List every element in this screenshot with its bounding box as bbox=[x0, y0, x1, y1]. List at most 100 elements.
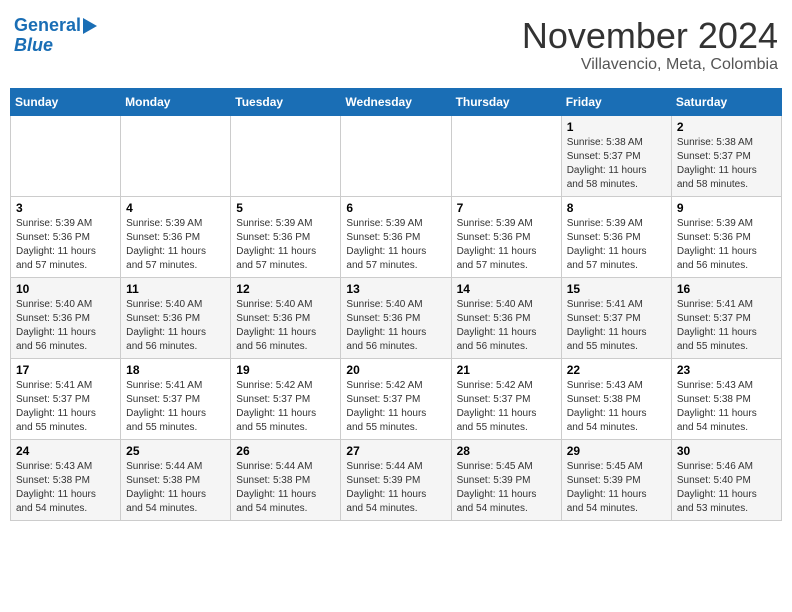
table-row: 7 Sunrise: 5:39 AM Sunset: 5:36 PM Daylig… bbox=[451, 196, 561, 277]
col-friday: Friday bbox=[561, 88, 671, 115]
day-info: Sunrise: 5:39 AM Sunset: 5:36 PM Dayligh… bbox=[236, 217, 335, 273]
day-number: 23 bbox=[677, 363, 776, 377]
day-number: 22 bbox=[567, 363, 666, 377]
calendar-week-row: 17 Sunrise: 5:41 AM Sunset: 5:37 PM Dayli… bbox=[11, 358, 782, 439]
day-info: Sunrise: 5:39 AM Sunset: 5:36 PM Dayligh… bbox=[126, 217, 225, 273]
table-row: 13 Sunrise: 5:40 AM Sunset: 5:36 PM Dayli… bbox=[341, 277, 451, 358]
table-row: 18 Sunrise: 5:41 AM Sunset: 5:37 PM Dayli… bbox=[121, 358, 231, 439]
day-number: 28 bbox=[457, 444, 556, 458]
table-row: 24 Sunrise: 5:43 AM Sunset: 5:38 PM Dayli… bbox=[11, 439, 121, 520]
table-row: 27 Sunrise: 5:44 AM Sunset: 5:39 PM Dayli… bbox=[341, 439, 451, 520]
day-info: Sunrise: 5:38 AM Sunset: 5:37 PM Dayligh… bbox=[677, 136, 776, 192]
day-number: 7 bbox=[457, 201, 556, 215]
day-number: 11 bbox=[126, 282, 225, 296]
day-number: 6 bbox=[346, 201, 445, 215]
col-thursday: Thursday bbox=[451, 88, 561, 115]
table-row: 22 Sunrise: 5:43 AM Sunset: 5:38 PM Dayli… bbox=[561, 358, 671, 439]
day-info: Sunrise: 5:43 AM Sunset: 5:38 PM Dayligh… bbox=[677, 379, 776, 435]
day-info: Sunrise: 5:41 AM Sunset: 5:37 PM Dayligh… bbox=[677, 298, 776, 354]
day-info: Sunrise: 5:38 AM Sunset: 5:37 PM Dayligh… bbox=[567, 136, 666, 192]
table-row: 3Sunrise: 5:39 AM Sunset: 5:36 PM Daylig… bbox=[11, 196, 121, 277]
day-info: Sunrise: 5:42 AM Sunset: 5:37 PM Dayligh… bbox=[236, 379, 335, 435]
table-row: 14Sunrise: 5:40 AM Sunset: 5:36 PM Dayli… bbox=[451, 277, 561, 358]
day-info: Sunrise: 5:46 AM Sunset: 5:40 PM Dayligh… bbox=[677, 460, 776, 516]
table-row: 12 Sunrise: 5:40 AM Sunset: 5:36 PM Dayli… bbox=[231, 277, 341, 358]
day-info: Sunrise: 5:39 AM Sunset: 5:36 PM Dayligh… bbox=[457, 217, 556, 273]
table-row: 4 Sunrise: 5:39 AM Sunset: 5:36 PM Daylig… bbox=[121, 196, 231, 277]
day-info: Sunrise: 5:40 AM Sunset: 5:36 PM Dayligh… bbox=[236, 298, 335, 354]
title-block: November 2024 Villavencio, Meta, Colombi… bbox=[522, 16, 778, 74]
logo: General Blue bbox=[14, 16, 97, 56]
day-number: 9 bbox=[677, 201, 776, 215]
page-header: General Blue November 2024 Villavencio, … bbox=[10, 10, 782, 80]
calendar-header-row: Sunday Monday Tuesday Wednesday Thursday… bbox=[11, 88, 782, 115]
day-info: Sunrise: 5:43 AM Sunset: 5:38 PM Dayligh… bbox=[16, 460, 115, 516]
day-number: 2 bbox=[677, 120, 776, 134]
day-info: Sunrise: 5:42 AM Sunset: 5:37 PM Dayligh… bbox=[346, 379, 445, 435]
day-info: Sunrise: 5:41 AM Sunset: 5:37 PM Dayligh… bbox=[126, 379, 225, 435]
table-row bbox=[341, 115, 451, 196]
day-info: Sunrise: 5:41 AM Sunset: 5:37 PM Dayligh… bbox=[16, 379, 115, 435]
calendar-week-row: 10 Sunrise: 5:40 AM Sunset: 5:36 PM Dayli… bbox=[11, 277, 782, 358]
day-number: 27 bbox=[346, 444, 445, 458]
table-row: 30 Sunrise: 5:46 AM Sunset: 5:40 PM Dayli… bbox=[671, 439, 781, 520]
table-row: 11Sunrise: 5:40 AM Sunset: 5:36 PM Dayli… bbox=[121, 277, 231, 358]
table-row: 20Sunrise: 5:42 AM Sunset: 5:37 PM Dayli… bbox=[341, 358, 451, 439]
day-number: 13 bbox=[346, 282, 445, 296]
table-row: 5 Sunrise: 5:39 AM Sunset: 5:36 PM Daylig… bbox=[231, 196, 341, 277]
day-number: 12 bbox=[236, 282, 335, 296]
month-title: November 2024 bbox=[522, 16, 778, 56]
day-number: 17 bbox=[16, 363, 115, 377]
day-number: 4 bbox=[126, 201, 225, 215]
day-info: Sunrise: 5:44 AM Sunset: 5:38 PM Dayligh… bbox=[236, 460, 335, 516]
day-number: 21 bbox=[457, 363, 556, 377]
table-row: 6 Sunrise: 5:39 AM Sunset: 5:36 PM Daylig… bbox=[341, 196, 451, 277]
table-row: 17 Sunrise: 5:41 AM Sunset: 5:37 PM Dayli… bbox=[11, 358, 121, 439]
location-text: Villavencio, Meta, Colombia bbox=[522, 56, 778, 74]
day-number: 19 bbox=[236, 363, 335, 377]
day-number: 18 bbox=[126, 363, 225, 377]
calendar-week-row: 24 Sunrise: 5:43 AM Sunset: 5:38 PM Dayli… bbox=[11, 439, 782, 520]
day-number: 5 bbox=[236, 201, 335, 215]
day-info: Sunrise: 5:45 AM Sunset: 5:39 PM Dayligh… bbox=[567, 460, 666, 516]
table-row bbox=[121, 115, 231, 196]
day-number: 16 bbox=[677, 282, 776, 296]
table-row: 9 Sunrise: 5:39 AM Sunset: 5:36 PM Daylig… bbox=[671, 196, 781, 277]
day-number: 26 bbox=[236, 444, 335, 458]
col-monday: Monday bbox=[121, 88, 231, 115]
day-number: 10 bbox=[16, 282, 115, 296]
logo-text-general: General bbox=[14, 16, 81, 36]
col-wednesday: Wednesday bbox=[341, 88, 451, 115]
table-row: 23 Sunrise: 5:43 AM Sunset: 5:38 PM Dayli… bbox=[671, 358, 781, 439]
day-number: 24 bbox=[16, 444, 115, 458]
table-row: 25Sunrise: 5:44 AM Sunset: 5:38 PM Dayli… bbox=[121, 439, 231, 520]
table-row bbox=[451, 115, 561, 196]
table-row: 2 Sunrise: 5:38 AM Sunset: 5:37 PM Daylig… bbox=[671, 115, 781, 196]
table-row: 26 Sunrise: 5:44 AM Sunset: 5:38 PM Dayli… bbox=[231, 439, 341, 520]
table-row: 8Sunrise: 5:39 AM Sunset: 5:36 PM Daylig… bbox=[561, 196, 671, 277]
day-number: 29 bbox=[567, 444, 666, 458]
day-info: Sunrise: 5:43 AM Sunset: 5:38 PM Dayligh… bbox=[567, 379, 666, 435]
day-info: Sunrise: 5:39 AM Sunset: 5:36 PM Dayligh… bbox=[16, 217, 115, 273]
calendar-table: Sunday Monday Tuesday Wednesday Thursday… bbox=[10, 88, 782, 521]
table-row: 29 Sunrise: 5:45 AM Sunset: 5:39 PM Dayli… bbox=[561, 439, 671, 520]
day-info: Sunrise: 5:39 AM Sunset: 5:36 PM Dayligh… bbox=[567, 217, 666, 273]
table-row bbox=[11, 115, 121, 196]
day-info: Sunrise: 5:40 AM Sunset: 5:36 PM Dayligh… bbox=[16, 298, 115, 354]
logo-text-blue: Blue bbox=[14, 36, 53, 56]
calendar-week-row: 1Sunrise: 5:38 AM Sunset: 5:37 PM Daylig… bbox=[11, 115, 782, 196]
day-number: 15 bbox=[567, 282, 666, 296]
table-row: 15 Sunrise: 5:41 AM Sunset: 5:37 PM Dayli… bbox=[561, 277, 671, 358]
table-row: 10 Sunrise: 5:40 AM Sunset: 5:36 PM Dayli… bbox=[11, 277, 121, 358]
day-info: Sunrise: 5:45 AM Sunset: 5:39 PM Dayligh… bbox=[457, 460, 556, 516]
table-row: 21Sunrise: 5:42 AM Sunset: 5:37 PM Dayli… bbox=[451, 358, 561, 439]
day-info: Sunrise: 5:40 AM Sunset: 5:36 PM Dayligh… bbox=[346, 298, 445, 354]
day-info: Sunrise: 5:39 AM Sunset: 5:36 PM Dayligh… bbox=[677, 217, 776, 273]
day-info: Sunrise: 5:41 AM Sunset: 5:37 PM Dayligh… bbox=[567, 298, 666, 354]
col-tuesday: Tuesday bbox=[231, 88, 341, 115]
day-info: Sunrise: 5:44 AM Sunset: 5:39 PM Dayligh… bbox=[346, 460, 445, 516]
day-number: 30 bbox=[677, 444, 776, 458]
calendar-week-row: 3Sunrise: 5:39 AM Sunset: 5:36 PM Daylig… bbox=[11, 196, 782, 277]
day-info: Sunrise: 5:39 AM Sunset: 5:36 PM Dayligh… bbox=[346, 217, 445, 273]
table-row bbox=[231, 115, 341, 196]
